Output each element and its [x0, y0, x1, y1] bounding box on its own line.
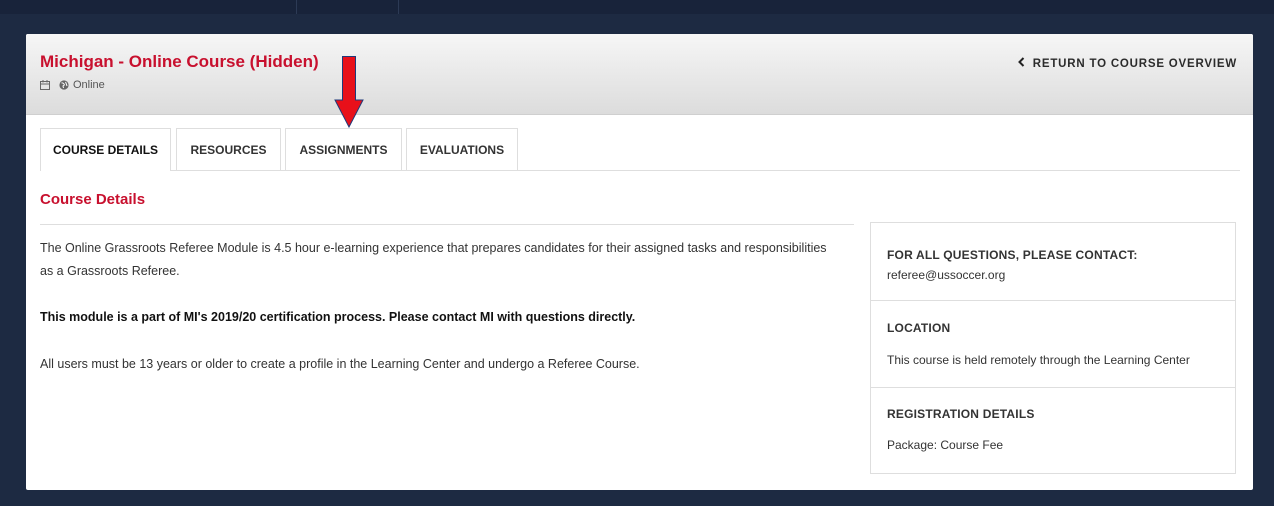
course-details-heading: Course Details [40, 191, 146, 208]
certification-note: This module is a part of MI's 2019/20 ce… [40, 310, 636, 324]
tab-assignments[interactable]: ASSIGNMENTS [285, 128, 402, 170]
return-to-overview-link[interactable]: RETURN TO COURSE OVERVIEW [1017, 57, 1237, 70]
registration-text: Package: Course Fee [887, 438, 1004, 452]
tabs-divider [40, 170, 1240, 171]
registration-box: REGISTRATION DETAILS Package: Course Fee [871, 387, 1235, 473]
course-description: The Online Grassroots Referee Module is … [40, 241, 827, 278]
nav-divider [296, 0, 297, 14]
registration-heading: REGISTRATION DETAILS [887, 407, 1035, 421]
down-arrow-annotation [334, 56, 364, 129]
course-mode: Online [73, 79, 105, 91]
globe-icon [59, 80, 69, 90]
location-text: This course is held remotely through the… [887, 353, 1190, 367]
return-link-label: RETURN TO COURSE OVERVIEW [1032, 57, 1237, 70]
section-divider [40, 224, 854, 225]
location-box: LOCATION This course is held remotely th… [871, 300, 1235, 388]
tab-evaluations[interactable]: EVALUATIONS [406, 128, 518, 170]
course-info-sidebar: FOR ALL QUESTIONS, PLEASE CONTACT: refer… [870, 222, 1236, 474]
course-title: Michigan - Online Course (Hidden) [40, 52, 319, 71]
age-requirement-note: All users must be 13 years or older to c… [40, 357, 640, 371]
calendar-icon [40, 80, 50, 90]
tab-course-details[interactable]: COURSE DETAILS [40, 128, 171, 171]
tab-resources[interactable]: RESOURCES [176, 128, 281, 170]
course-meta: Online [40, 79, 105, 91]
course-header: Michigan - Online Course (Hidden) Online… [26, 34, 1253, 115]
course-panel: Michigan - Online Course (Hidden) Online… [26, 34, 1253, 490]
contact-email-link[interactable]: referee@ussoccer.org [887, 268, 1005, 282]
contact-heading: FOR ALL QUESTIONS, PLEASE CONTACT: [887, 248, 1138, 262]
nav-divider [398, 0, 399, 14]
top-navigation-bar [0, 0, 1274, 14]
chevron-left-icon [1017, 57, 1025, 70]
contact-box: FOR ALL QUESTIONS, PLEASE CONTACT: refer… [871, 223, 1235, 301]
location-heading: LOCATION [887, 321, 951, 335]
